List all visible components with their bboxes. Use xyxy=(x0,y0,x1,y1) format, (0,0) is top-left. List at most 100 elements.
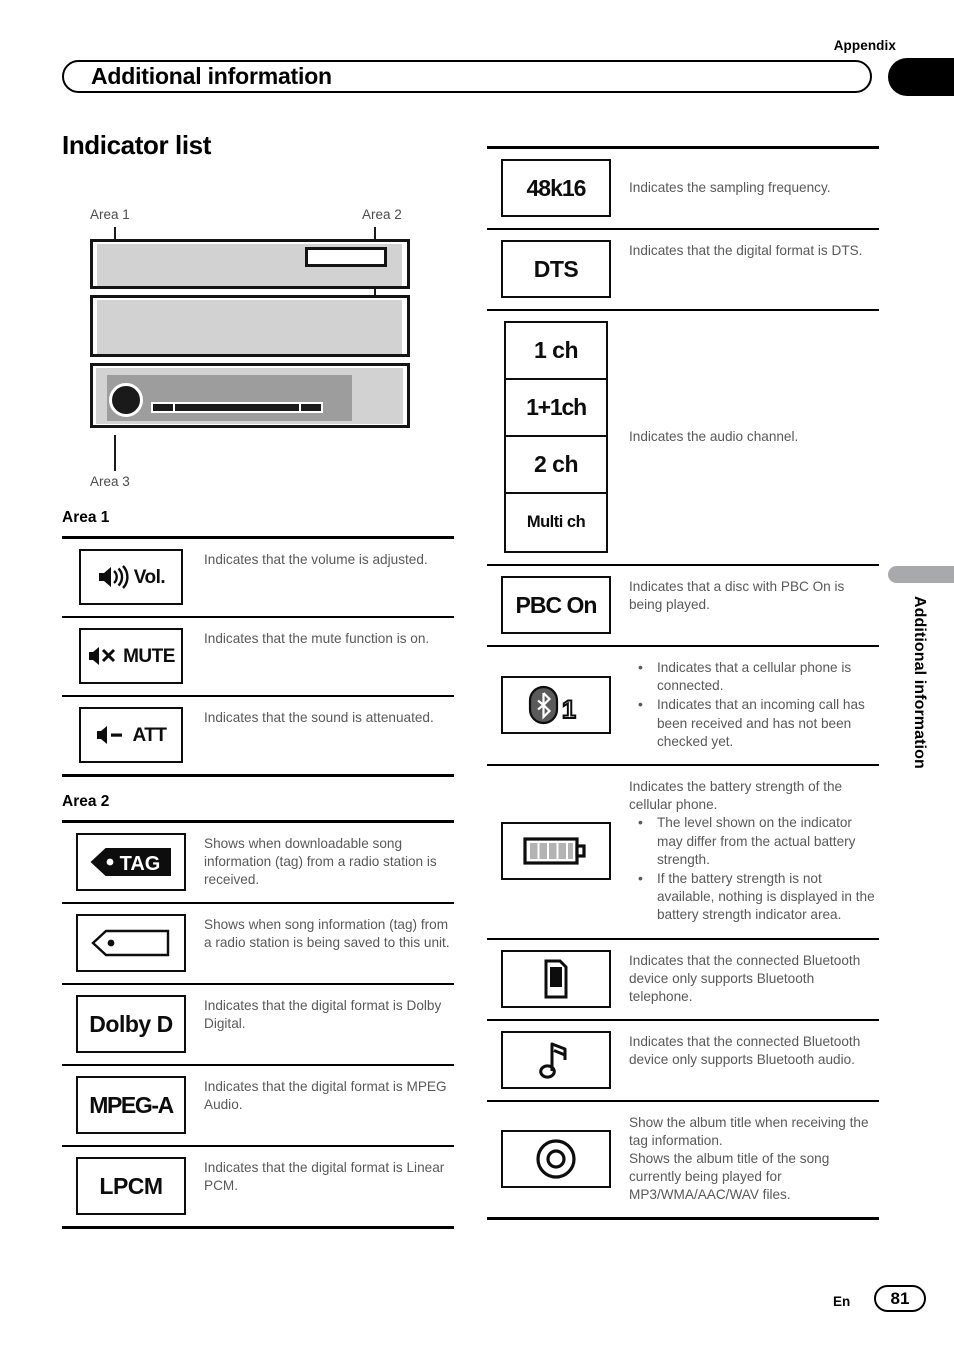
indicator-description: Indicates the audio channel. xyxy=(629,429,799,445)
right-indicator-table: 48k16 Indicates the sampling frequency. … xyxy=(487,146,879,1220)
indicator-description: Indicates that the digital format is MPE… xyxy=(204,1079,447,1113)
right-column: 48k16 Indicates the sampling frequency. … xyxy=(487,146,879,1220)
attenuator-indicator-label: ATT xyxy=(132,724,167,746)
table-row: Indicates that the connected Bluetooth d… xyxy=(487,1021,879,1102)
channel-2ch-label: 2 ch xyxy=(533,451,579,477)
area2-heading: Area 2 xyxy=(62,793,110,810)
mute-indicator-icon: MUTE xyxy=(79,628,183,684)
tag-received-indicator-icon: TAG xyxy=(76,833,186,891)
head-unit-diagram: Area 1 Area 2 Area 3 xyxy=(62,191,454,503)
table-row: 1 ch 1+1ch 2 ch Multi ch Indicates the a… xyxy=(487,311,879,566)
dolby-digital-label: Dolby D xyxy=(89,1010,173,1037)
disc-slot-notch-right xyxy=(299,402,323,413)
mute-indicator-label: MUTE xyxy=(123,645,175,667)
indicator-description: Indicates that the mute function is on. xyxy=(204,631,430,646)
indicator-icon-cell: DTS xyxy=(487,230,615,309)
chapter-title-pill: Additional information xyxy=(62,60,872,93)
indicator-description-lead: Indicates the battery strength of the ce… xyxy=(629,779,843,813)
attenuator-indicator-icon: ATT xyxy=(79,707,183,763)
channel-1ch-option: 1 ch xyxy=(506,323,606,380)
indicator-icon-cell: PBC On xyxy=(487,566,615,645)
sampling-frequency-indicator-icon: 48k16 xyxy=(501,159,611,217)
tag-received-label: TAG xyxy=(120,853,161,875)
indicator-icon-cell: MUTE xyxy=(62,618,190,695)
left-column: Indicator list Area 1 Area 2 Area 3 Area… xyxy=(62,130,454,1229)
bluetooth-audio-only-indicator-icon xyxy=(501,1030,611,1089)
indicator-description: Indicates that the digital format is DTS… xyxy=(629,243,863,258)
bluetooth-icon: 1 xyxy=(528,685,577,725)
indicator-description: Indicates that the sound is attenuated. xyxy=(204,710,434,725)
indicator-icon-cell: TAG xyxy=(62,823,190,902)
indicator-icon-cell: Dolby D xyxy=(62,985,190,1064)
diagram-area2-label: Area 2 xyxy=(362,207,402,222)
indicator-description: Indicates that the digital format is Dol… xyxy=(204,998,442,1032)
indicator-description: Shows when song information (tag) from a… xyxy=(204,917,450,951)
channel-multich-label: Multi ch xyxy=(526,513,586,531)
table-row: LPCM Indicates that the digital format i… xyxy=(62,1147,454,1226)
channel-1plus1ch-label: 1+1ch xyxy=(526,394,587,420)
channel-2ch-option: 2 ch xyxy=(506,437,606,494)
list-item: The level shown on the indicator may dif… xyxy=(629,813,875,869)
indicator-icon-cell: 1 xyxy=(487,647,615,764)
indicator-icon-cell: ATT xyxy=(62,697,190,774)
indicator-bullet-list: The level shown on the indicator may dif… xyxy=(629,813,875,924)
disc-slot-notch-left xyxy=(151,402,175,413)
indicator-icon-cell: LPCM xyxy=(62,1147,190,1226)
indicator-description: Show the album title when receiving the … xyxy=(629,1114,869,1203)
header-black-tab xyxy=(888,58,954,96)
audio-channel-indicator-group-icon: 1 ch 1+1ch 2 ch Multi ch xyxy=(504,321,608,553)
indicator-description: Indicates the sampling frequency. xyxy=(629,180,831,196)
leader-line-area3 xyxy=(114,435,117,471)
indicator-bullet-list: Indicates that a cellular phone is conne… xyxy=(629,658,875,751)
indicator-icon-cell xyxy=(487,766,615,938)
indicator-description: Indicates that the connected Bluetooth d… xyxy=(629,1033,861,1067)
disc-icon xyxy=(536,1139,576,1179)
speaker-mute-icon xyxy=(89,647,116,665)
appendix-label: Appendix xyxy=(833,38,896,53)
display-panel-bottom xyxy=(90,363,410,428)
speaker-waves-icon xyxy=(98,565,129,589)
album-title-disc-indicator-icon xyxy=(501,1129,611,1188)
area1-indicator-table: Vol. Indicates that the volume is adjust… xyxy=(62,536,454,777)
table-row: TAG Shows when downloadable song informa… xyxy=(62,823,454,904)
indicator-description: Shows when downloadable song information… xyxy=(204,836,437,888)
pbc-on-indicator-icon: PBC On xyxy=(501,576,611,634)
footer-page-number: 81 xyxy=(874,1285,926,1312)
sampling-frequency-label: 48k16 xyxy=(526,174,587,201)
indicator-description: Indicates that the connected Bluetooth d… xyxy=(629,952,861,1005)
channel-1ch-label: 1 ch xyxy=(533,337,579,363)
side-tab-marker xyxy=(888,566,954,583)
table-row: PBC On Indicates that a disc with PBC On… xyxy=(487,566,879,647)
list-item: Indicates that an incoming call has been… xyxy=(629,695,875,751)
pbc-on-label: PBC On xyxy=(515,591,598,618)
bluetooth-telephone-only-indicator-icon xyxy=(501,949,611,1008)
control-surface xyxy=(107,375,352,421)
footer-language: En xyxy=(833,1294,851,1309)
chapter-title: Additional information xyxy=(91,62,332,89)
rotary-knob xyxy=(109,383,143,417)
indicator-description: Indicates the battery strength of the ce… xyxy=(615,766,879,938)
display-panel-top xyxy=(90,239,410,289)
volume-indicator-label: Vol. xyxy=(133,566,166,588)
display-panel-middle xyxy=(90,295,410,357)
dts-indicator-icon: DTS xyxy=(501,240,611,298)
mpeg-audio-indicator-icon: MPEG-A xyxy=(76,1076,186,1134)
tag-outline-icon xyxy=(91,929,170,957)
mobile-phone-icon xyxy=(544,959,568,999)
indicator-icon-cell: Vol. xyxy=(62,539,190,616)
lpcm-label: LPCM xyxy=(99,1172,163,1199)
indicator-description: Indicates that the volume is adjusted. xyxy=(204,552,428,567)
diagram-area1-label: Area 1 xyxy=(90,207,130,222)
battery-strength-indicator-icon xyxy=(501,822,611,881)
bluetooth-device-number: 1 xyxy=(562,696,576,724)
lpcm-indicator-icon: LPCM xyxy=(76,1157,186,1215)
disc-slot xyxy=(151,402,323,413)
list-item: Indicates that a cellular phone is conne… xyxy=(629,658,875,695)
indicator-description: Indicates that the digital format is Lin… xyxy=(204,1160,445,1194)
table-row: Show the album title when receiving the … xyxy=(487,1102,879,1217)
display-panel-middle-fill xyxy=(97,300,402,354)
indicator-icon-cell: 1 ch 1+1ch 2 ch Multi ch xyxy=(487,311,615,564)
table-row: DTS Indicates that the digital format is… xyxy=(487,230,879,311)
diagram-area3-label: Area 3 xyxy=(90,474,130,489)
indicator-description: Indicates that a disc with PBC On is bei… xyxy=(629,579,845,613)
